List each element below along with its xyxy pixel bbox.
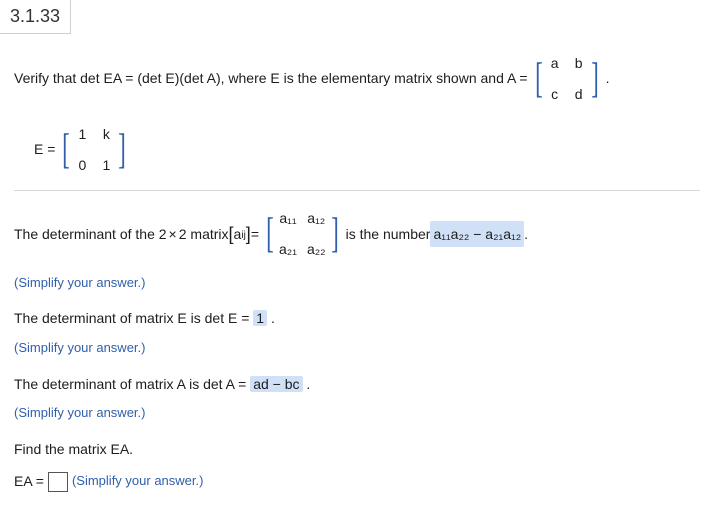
page: 3.1.33 Verify that det EA = (det E)(det …	[0, 0, 714, 515]
bracket-left-icon: [	[535, 58, 543, 100]
matrix-cell: d	[572, 81, 586, 108]
det-def-text3: is the number	[346, 221, 431, 248]
det-definition-row: The determinant of the 2 × 2 matrix [ ai…	[14, 203, 700, 264]
find-EA-text: Find the matrix EA.	[14, 436, 700, 463]
simplify-note-3: (Simplify your answer.)	[14, 401, 700, 426]
matrix-A: [ a b c d ]	[532, 48, 602, 109]
matrix-generic-cells: a₁₁ a₁₂ a₂₁ a₂₂	[277, 203, 328, 264]
matrix-cell: a	[548, 50, 562, 77]
det-E-text: The determinant of matrix E is det E =	[14, 310, 253, 326]
bracket-left-icon: [	[63, 129, 71, 171]
det-E-period: .	[271, 310, 275, 326]
matrix-cell: a₁₂	[307, 205, 326, 232]
det-E-row: The determinant of matrix E is det E = 1…	[14, 305, 700, 332]
matrix-cell: 1	[75, 121, 89, 148]
bracket-right-icon: ]	[331, 213, 339, 255]
separator	[14, 190, 700, 191]
matrix-E: [ 1 k 0 1 ]	[59, 119, 129, 180]
content: Verify that det EA = (det E)(det A), whe…	[0, 34, 714, 515]
matrix-cell: c	[548, 81, 562, 108]
bracket-left-icon: [	[266, 213, 274, 255]
matrix-cell: a₁₁	[279, 205, 297, 232]
EA-label: EA =	[14, 468, 44, 495]
matrix-cell: k	[99, 121, 113, 148]
det-E-answer[interactable]: 1	[253, 310, 267, 326]
intro-row: Verify that det EA = (det E)(det A), whe…	[14, 48, 700, 109]
aij-ij: ij	[241, 226, 245, 245]
simplify-note-1: (Simplify your answer.)	[14, 271, 700, 296]
matrix-E-cells: 1 k 0 1	[73, 119, 115, 180]
intro-text: Verify that det EA = (det E)(det A), whe…	[14, 65, 528, 92]
question-number: 3.1.33	[0, 0, 71, 34]
det-def-text1: The determinant of the 2	[14, 221, 167, 248]
matrix-E-row: E = [ 1 k 0 1 ]	[34, 119, 700, 180]
matrix-cell: 1	[99, 152, 113, 179]
matrix-cell: a₂₂	[307, 236, 326, 263]
matrix-A-cells: a b c d	[546, 48, 588, 109]
det-def-period: .	[524, 221, 528, 248]
simplify-note-2: (Simplify your answer.)	[14, 336, 700, 361]
matrix-cell: 0	[75, 152, 89, 179]
det-A-row: The determinant of matrix A is det A = a…	[14, 371, 700, 398]
det-A-text: The determinant of matrix A is det A =	[14, 376, 250, 392]
intro-period: .	[606, 65, 610, 92]
EA-input-row: EA = (Simplify your answer.)	[14, 468, 700, 495]
bracket-right-icon: ]	[591, 58, 599, 100]
matrix-cell: a₂₁	[279, 236, 297, 263]
det-definition-answer[interactable]: a₁₁a₂₂ − a₂₁a₁₂	[430, 221, 524, 248]
det-A-period: .	[306, 376, 310, 392]
matrix-generic: [ a₁₁ a₁₂ a₂₁ a₂₂ ]	[263, 203, 342, 264]
aij-a: a	[234, 221, 242, 248]
simplify-note-4: (Simplify your answer.)	[72, 469, 203, 494]
det-def-text2: 2 matrix	[179, 221, 229, 248]
matrix-cell: b	[572, 50, 586, 77]
times-symbol: ×	[169, 221, 177, 248]
matrix-E-label: E =	[34, 136, 55, 163]
EA-answer-input[interactable]	[48, 472, 68, 492]
bracket-right-icon: ]	[119, 129, 127, 171]
det-A-answer[interactable]: ad − bc	[250, 376, 302, 392]
det-def-eq: =	[251, 221, 259, 248]
